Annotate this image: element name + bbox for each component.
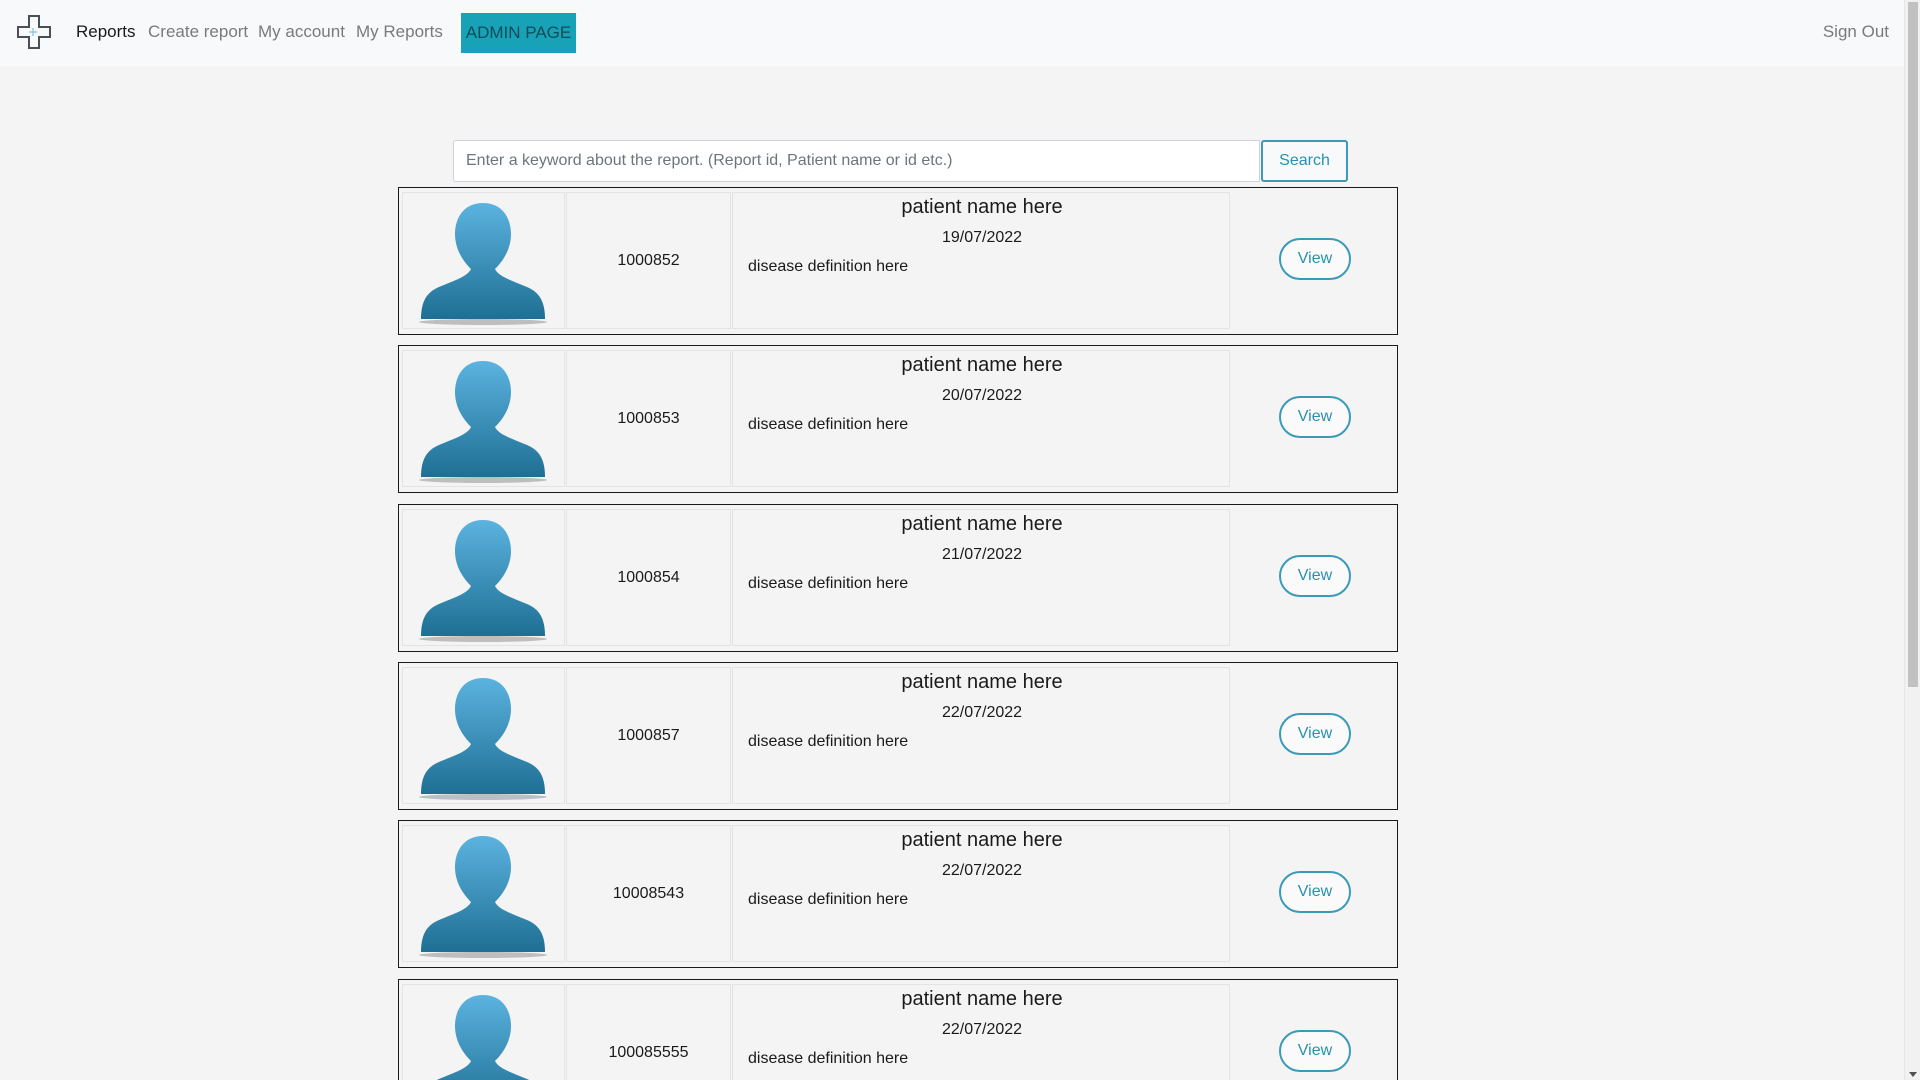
- report-info: patient name here 22/07/2022 disease def…: [732, 667, 1230, 804]
- report-id: 10008543: [566, 825, 731, 962]
- medical-cross-icon[interactable]: [16, 14, 52, 50]
- disease-definition: disease definition here: [748, 891, 909, 908]
- disease-definition: disease definition here: [748, 416, 909, 433]
- report-info: patient name here 20/07/2022 disease def…: [732, 350, 1230, 487]
- avatar-cell: [402, 825, 565, 962]
- nav-create-report[interactable]: Create report: [148, 22, 248, 42]
- report-card: 1000852 patient name here 19/07/2022 dis…: [398, 187, 1398, 335]
- disease-definition: disease definition here: [748, 1050, 909, 1067]
- patient-avatar-icon: [419, 361, 547, 483]
- view-button[interactable]: View: [1279, 871, 1351, 913]
- patient-name: patient name here: [901, 829, 1063, 851]
- patient-name: patient name here: [901, 988, 1063, 1010]
- patient-avatar-icon: [419, 203, 547, 325]
- avatar-cell: [402, 350, 565, 487]
- report-card: 1000857 patient name here 22/07/2022 dis…: [398, 662, 1398, 810]
- avatar-cell: [402, 192, 565, 329]
- disease-definition: disease definition here: [748, 733, 909, 750]
- report-date: 19/07/2022: [941, 229, 1023, 246]
- report-card: 1000853 patient name here 20/07/2022 dis…: [398, 345, 1398, 493]
- report-info: patient name here 22/07/2022 disease def…: [732, 984, 1230, 1080]
- view-button[interactable]: View: [1279, 713, 1351, 755]
- report-date: 21/07/2022: [941, 546, 1023, 563]
- report-date: 20/07/2022: [941, 387, 1023, 404]
- nav-my-reports[interactable]: My Reports: [356, 22, 443, 42]
- view-button[interactable]: View: [1279, 1030, 1351, 1072]
- nav-my-account[interactable]: My account: [258, 22, 345, 42]
- scrollbar-thumb[interactable]: [1908, 2, 1918, 687]
- report-info: patient name here 19/07/2022 disease def…: [732, 192, 1230, 329]
- patient-name: patient name here: [901, 196, 1063, 218]
- report-date: 22/07/2022: [941, 704, 1023, 721]
- admin-page-button[interactable]: ADMIN PAGE: [461, 13, 576, 53]
- report-date: 22/07/2022: [941, 862, 1023, 879]
- view-button[interactable]: View: [1279, 396, 1351, 438]
- disease-definition: disease definition here: [748, 575, 909, 592]
- report-id: 1000853: [566, 350, 731, 487]
- report-card: 1000854 patient name here 21/07/2022 dis…: [398, 504, 1398, 652]
- report-id: 1000857: [566, 667, 731, 804]
- search-bar: Search: [453, 140, 1348, 182]
- sign-out-link[interactable]: Sign Out: [1823, 22, 1889, 42]
- patient-name: patient name here: [901, 671, 1063, 693]
- report-info: patient name here 21/07/2022 disease def…: [732, 509, 1230, 646]
- patient-name: patient name here: [901, 513, 1063, 535]
- vertical-scrollbar[interactable]: [1904, 0, 1920, 1080]
- patient-avatar-icon: [419, 836, 547, 958]
- view-button[interactable]: View: [1279, 238, 1351, 280]
- report-id: 1000852: [566, 192, 731, 329]
- patient-avatar-icon: [436, 995, 530, 1080]
- disease-definition: disease definition here: [748, 258, 909, 275]
- report-id: 1000854: [566, 509, 731, 646]
- avatar-cell: [402, 984, 565, 1080]
- search-button[interactable]: Search: [1261, 140, 1348, 182]
- nav-reports[interactable]: Reports: [76, 22, 136, 42]
- patient-name: patient name here: [901, 354, 1063, 376]
- report-card: 100085555 patient name here 22/07/2022 d…: [398, 979, 1398, 1080]
- search-input[interactable]: [453, 140, 1260, 182]
- patient-avatar-icon: [419, 520, 547, 642]
- avatar-cell: [402, 667, 565, 804]
- report-card: 10008543 patient name here 22/07/2022 di…: [398, 820, 1398, 968]
- top-navbar: Reports Create report My account My Repo…: [0, 0, 1904, 66]
- patient-avatar-icon: [419, 678, 547, 800]
- view-button[interactable]: View: [1279, 555, 1351, 597]
- report-info: patient name here 22/07/2022 disease def…: [732, 825, 1230, 962]
- avatar-cell: [402, 509, 565, 646]
- report-id: 100085555: [566, 984, 731, 1080]
- scroll-down-arrow-icon[interactable]: [1909, 1072, 1917, 1077]
- report-date: 22/07/2022: [941, 1021, 1023, 1038]
